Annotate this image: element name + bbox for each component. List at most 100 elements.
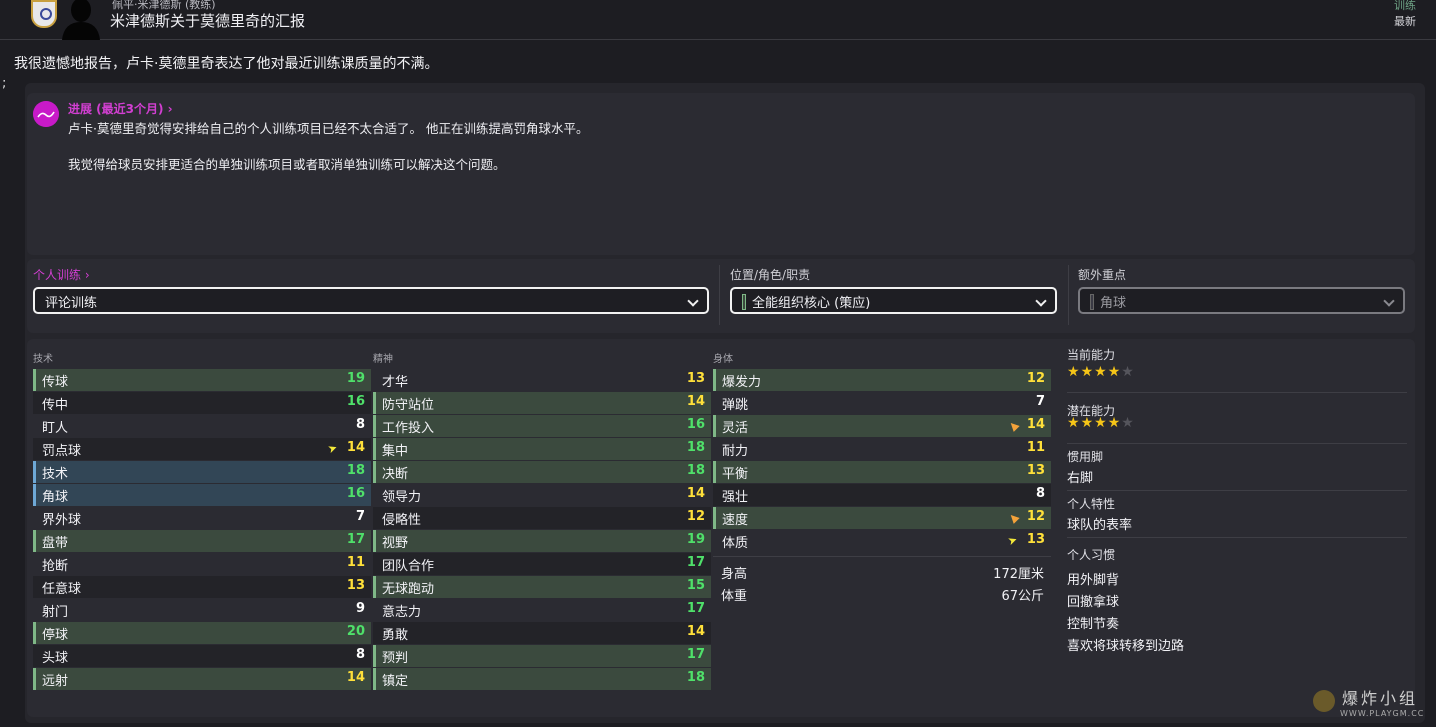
attribute-row[interactable]: 视野 19 <box>373 530 711 552</box>
extra-focus-select[interactable]: 角球 <box>1078 287 1405 314</box>
attribute-row[interactable]: 任意球 13 <box>33 576 371 598</box>
attribute-value: 11 <box>346 555 365 570</box>
attribute-row[interactable]: 传中 16 <box>33 392 371 414</box>
attribute-row[interactable]: 界外球 7 <box>33 507 371 529</box>
attribute-row[interactable]: 意志力 17 <box>373 599 711 621</box>
attribute-row[interactable]: 团队合作 17 <box>373 553 711 575</box>
message-subject: 米津德斯关于莫德里奇的汇报 <box>110 12 306 30</box>
attribute-value: 18 <box>686 440 705 455</box>
attribute-row[interactable]: 防守站位 14 <box>373 392 711 414</box>
attribute-name: 无球跑动 <box>382 582 435 597</box>
attribute-name: 体质 <box>722 536 749 551</box>
divider <box>719 265 720 325</box>
attribute-name: 任意球 <box>42 582 82 597</box>
attribute-row[interactable]: 工作投入 16 <box>373 415 711 437</box>
coach-avatar-icon[interactable] <box>58 0 104 40</box>
individual-training-select[interactable]: 评论训练 <box>33 287 709 314</box>
trend-up-arrow-icon: ▲ <box>1005 509 1021 526</box>
attribute-name: 团队合作 <box>382 559 435 574</box>
star-icon: ★ <box>1094 415 1108 431</box>
attribute-row[interactable]: 无球跑动 15 <box>373 576 711 598</box>
habit-item[interactable]: 喜欢将球转移到边路 <box>1067 635 1184 654</box>
attribute-row[interactable]: 传球 19 <box>33 369 371 391</box>
physical-header: 身体 <box>713 354 733 365</box>
progress-link[interactable]: 进展 (最近3个月) › <box>68 100 173 117</box>
attribute-name: 强壮 <box>722 490 749 505</box>
attribute-name: 角球 <box>42 490 69 505</box>
attribute-value: 13 <box>1026 463 1045 478</box>
trait-value[interactable]: 球队的表率 <box>1067 514 1132 533</box>
star-icon: ★ <box>1080 415 1095 431</box>
role-select[interactable]: 全能组织核心 (策应) <box>730 287 1057 314</box>
attribute-row[interactable]: 速度 12 ▲ <box>713 507 1051 529</box>
attribute-value: 16 <box>346 486 365 501</box>
divider <box>1067 392 1407 393</box>
attribute-row[interactable]: 平衡 13 <box>713 461 1051 483</box>
attribute-row[interactable]: 集中 18 <box>373 438 711 460</box>
individual-training-value: 评论训练 <box>45 296 98 311</box>
attribute-value: 9 <box>355 601 365 616</box>
attribute-name: 视野 <box>382 536 409 551</box>
current-ability-stars: ★★★★★ <box>1067 364 1135 380</box>
chevron-down-icon <box>1035 295 1047 307</box>
attribute-name: 罚点球 <box>42 444 82 459</box>
attribute-row[interactable]: 停球 20 <box>33 622 371 644</box>
attribute-row[interactable]: 预判 17 <box>373 645 711 667</box>
attribute-name: 才华 <box>382 375 409 390</box>
attribute-row[interactable]: 领导力 14 <box>373 484 711 506</box>
attribute-row[interactable]: 爆发力 12 <box>713 369 1051 391</box>
attribute-row[interactable]: 技术 18 <box>33 461 371 483</box>
habit-item[interactable]: 回撤拿球 <box>1067 591 1119 610</box>
latest-label: 最新 <box>1394 15 1416 28</box>
attribute-value: 11 <box>1026 440 1045 455</box>
attribute-name: 传中 <box>42 398 69 413</box>
extra-focus-value: 角球 <box>1100 296 1127 311</box>
attribute-name: 盯人 <box>42 421 69 436</box>
attribute-row[interactable]: 抢断 11 <box>33 553 371 575</box>
attribute-value: 16 <box>346 394 365 409</box>
attribute-row[interactable]: 耐力 11 <box>713 438 1051 460</box>
habit-item[interactable]: 控制节奏 <box>1067 613 1119 632</box>
potential-ability-stars: ★★★★★ <box>1067 415 1135 431</box>
attribute-name: 传球 <box>42 375 69 390</box>
attribute-row[interactable]: 镇定 18 <box>373 668 711 690</box>
chevron-down-icon <box>687 295 699 307</box>
attribute-name: 集中 <box>382 444 409 459</box>
club-crest-icon[interactable] <box>31 0 57 28</box>
individual-training-link[interactable]: 个人训练 › <box>33 266 90 283</box>
attribute-row[interactable]: 体质 13 ➤ <box>713 530 1051 552</box>
attribute-row[interactable]: 侵略性 12 <box>373 507 711 529</box>
attribute-value: 12 <box>1026 371 1045 386</box>
attribute-row[interactable]: 罚点球 14 ➤ <box>33 438 371 460</box>
attribute-value: 18 <box>346 463 365 478</box>
attribute-value: 19 <box>686 532 705 547</box>
attribute-row[interactable]: 弹跳 7 <box>713 392 1051 414</box>
attribute-value: 7 <box>1035 394 1045 409</box>
trend-down-arrow-icon: ➤ <box>1005 532 1019 549</box>
attribute-row[interactable]: 强壮 8 <box>713 484 1051 506</box>
attribute-row[interactable]: 角球 16 <box>33 484 371 506</box>
attribute-name: 盘带 <box>42 536 69 551</box>
attribute-name: 停球 <box>42 628 69 643</box>
attribute-value: 8 <box>1035 486 1045 501</box>
role-color-swatch <box>742 294 746 310</box>
habit-item[interactable]: 用外脚背 <box>1067 569 1119 588</box>
attribute-value: 14 <box>686 624 705 639</box>
divider <box>1068 265 1069 325</box>
attribute-row[interactable]: 决断 18 <box>373 461 711 483</box>
attribute-value: 14 <box>346 440 365 455</box>
attribute-row[interactable]: 远射 14 <box>33 668 371 690</box>
attribute-row[interactable]: 才华 13 <box>373 369 711 391</box>
watermark-url: WWW.PLAYGM.CC <box>1340 709 1425 718</box>
attribute-row[interactable]: 盯人 8 <box>33 415 371 437</box>
attribute-row[interactable]: 灵活 14 ▲ <box>713 415 1051 437</box>
attribute-row[interactable]: 盘带 17 <box>33 530 371 552</box>
star-icon: ★ <box>1094 364 1108 380</box>
extra-color-swatch <box>1090 294 1094 310</box>
star-icon: ★ <box>1121 364 1135 380</box>
attribute-value: 13 <box>686 371 705 386</box>
attribute-row[interactable]: 射门 9 <box>33 599 371 621</box>
role-value: 全能组织核心 (策应) <box>752 296 871 311</box>
attribute-row[interactable]: 头球 8 <box>33 645 371 667</box>
attribute-row[interactable]: 勇敢 14 <box>373 622 711 644</box>
